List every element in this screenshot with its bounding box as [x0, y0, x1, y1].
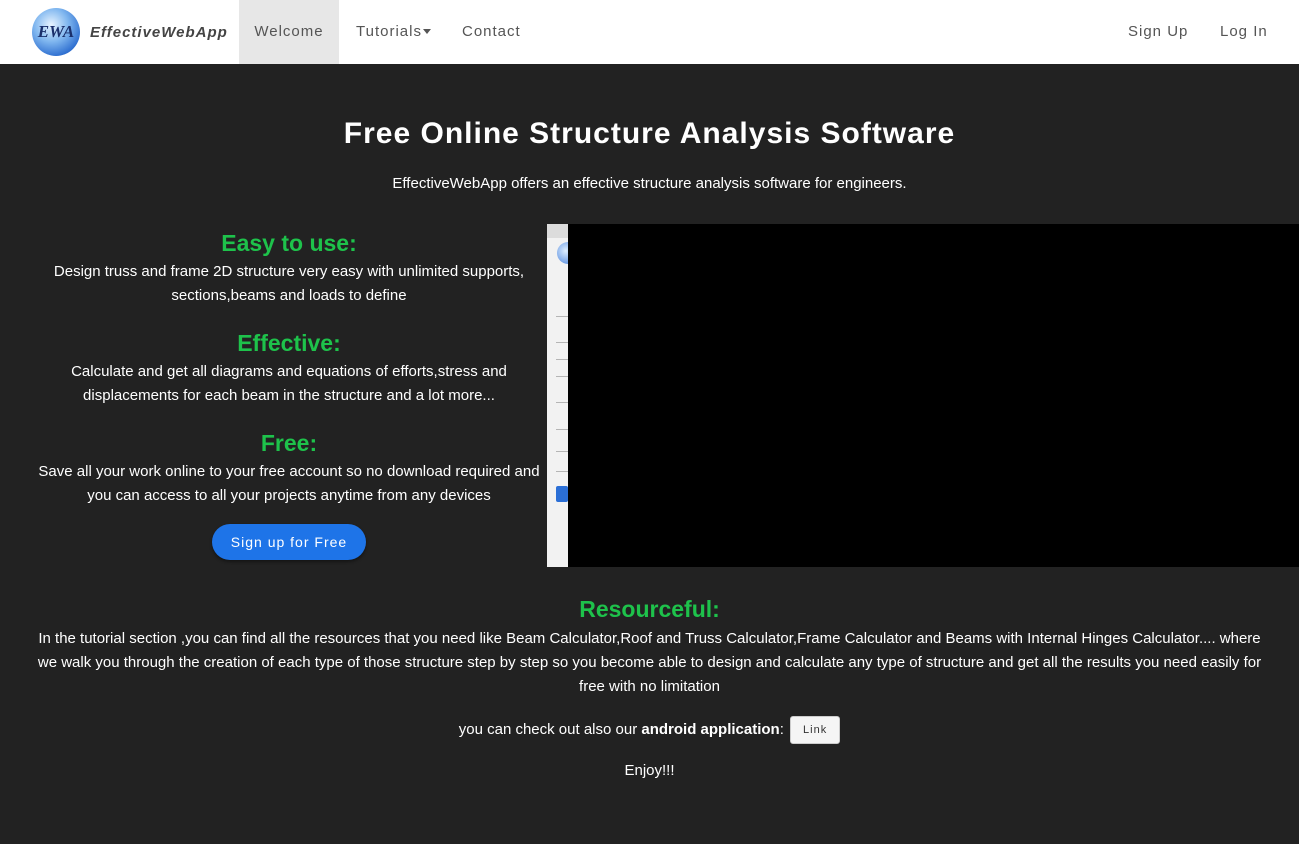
resources-text: In the tutorial section ,you can find al…: [37, 630, 1262, 695]
feature-text: Save all your work online to your free a…: [38, 463, 540, 504]
logo-icon: EWA: [32, 8, 80, 56]
caret-down-icon: [422, 28, 431, 34]
thumbnail-line: [556, 429, 568, 430]
thumbnail-line: [556, 316, 568, 317]
feature-title: Free:: [260, 430, 318, 456]
feature-effective: Effective: Calculate and get all diagram…: [32, 326, 546, 408]
thumbnail-line: [556, 342, 568, 343]
nav-tutorials-dropdown[interactable]: Tutorials: [356, 0, 431, 64]
feature-title: Effective:: [237, 330, 341, 356]
android-app-label: android application: [641, 721, 780, 738]
logo-text: EWA: [37, 22, 75, 41]
enjoy-text: Enjoy!!!: [624, 762, 675, 779]
feature-easy: Easy to use: Design truss and frame 2D s…: [32, 226, 546, 308]
brand-link[interactable]: EWA EffectiveWebApp: [32, 8, 228, 56]
android-link-button[interactable]: Link: [790, 716, 841, 745]
top-navbar: EWA EffectiveWebApp Welcome Tutorials Co…: [0, 0, 1299, 64]
thumbnail-bar: [547, 224, 568, 238]
brand-name: EffectiveWebApp: [90, 23, 228, 41]
thumbnail-line: [556, 402, 568, 403]
sign-up-free-button[interactable]: Sign up for Free: [212, 524, 366, 560]
demo-video-player[interactable]: [547, 224, 1299, 567]
page-subtitle: EffectiveWebApp offers an effective stru…: [392, 175, 907, 192]
nav-log-in[interactable]: Log In: [1220, 0, 1268, 64]
android-suffix: :: [779, 721, 784, 738]
page-title: Free Online Structure Analysis Software: [343, 117, 956, 150]
feature-text: Design truss and frame 2D structure very…: [53, 263, 525, 304]
resources-title: Resourceful:: [579, 596, 720, 622]
nav-tutorials-label: Tutorials: [356, 23, 422, 40]
thumbnail-line: [556, 471, 568, 472]
android-prefix: you can check out also our: [458, 721, 642, 738]
nav-contact[interactable]: Contact: [462, 0, 521, 64]
feature-text: Calculate and get all diagrams and equat…: [71, 363, 507, 404]
thumbnail-line: [556, 359, 568, 360]
thumbnail-line: [556, 376, 568, 377]
thumbnail-logo-icon: [557, 242, 568, 264]
video-thumbnail-edge: [547, 224, 568, 567]
nav-sign-up[interactable]: Sign Up: [1128, 0, 1188, 64]
feature-free: Free: Save all your work online to your …: [32, 426, 546, 508]
android-app-line: you can check out also our android appli…: [0, 715, 1299, 745]
thumbnail-button: [556, 486, 568, 502]
nav-welcome[interactable]: Welcome: [239, 0, 339, 64]
feature-title: Easy to use:: [221, 230, 357, 256]
thumbnail-line: [556, 451, 568, 452]
